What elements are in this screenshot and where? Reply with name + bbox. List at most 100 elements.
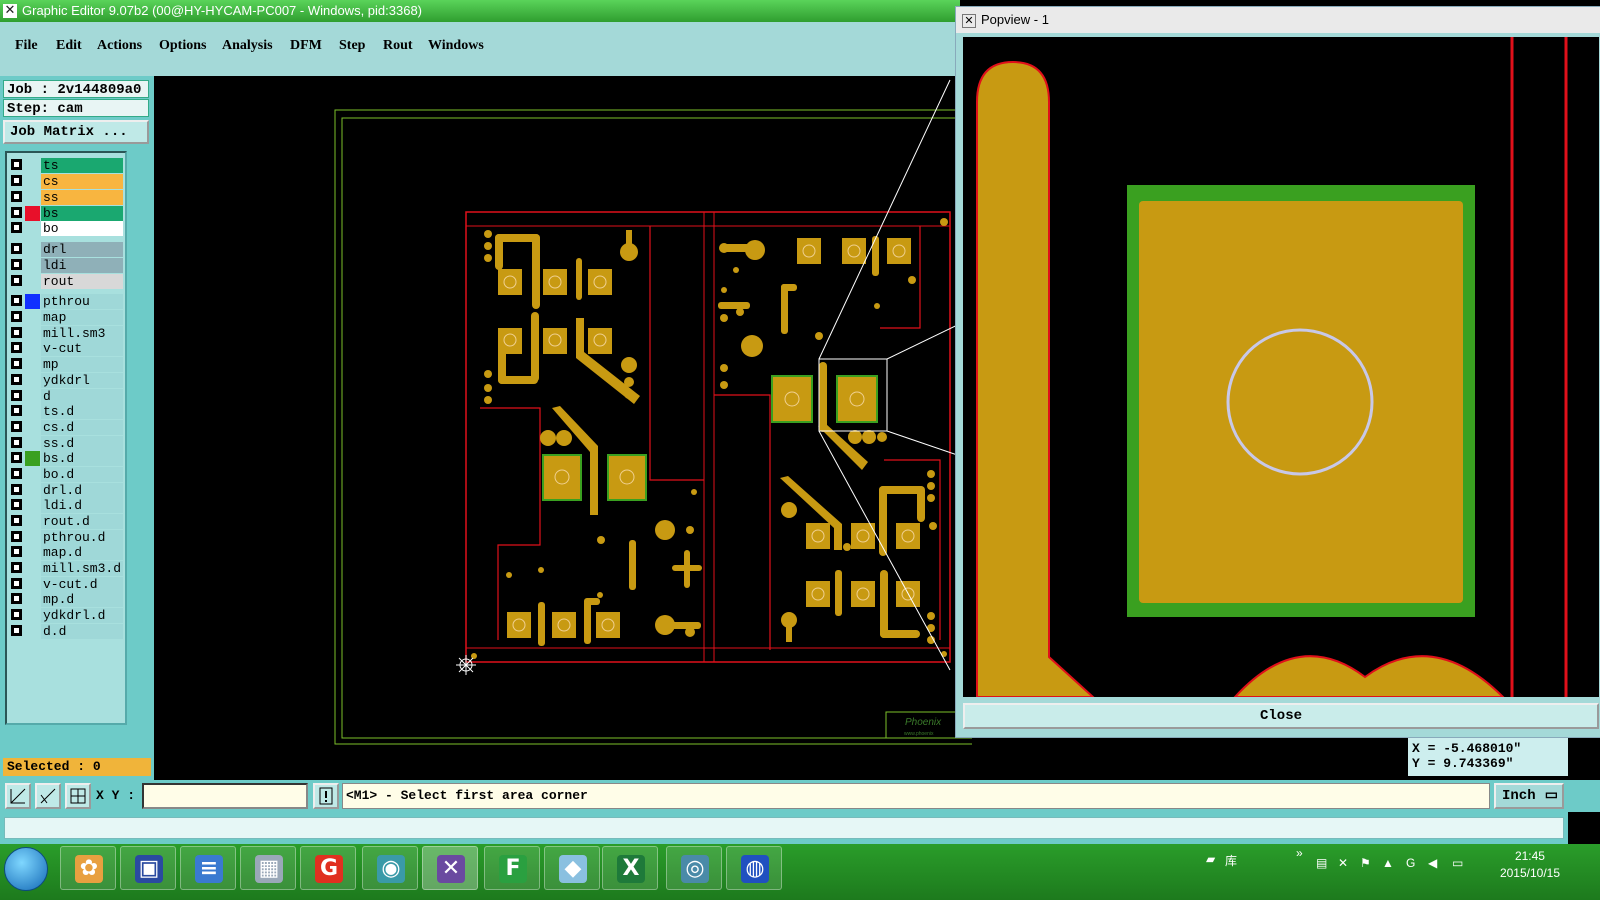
notepad-app-task[interactable]: ≡ [180, 846, 236, 890]
layer-checkbox[interactable] [11, 515, 22, 526]
x-app-task[interactable]: ✕ [422, 846, 478, 890]
menu-rout[interactable]: Rout [383, 38, 413, 54]
layer-row-map-d[interactable]: map.d [9, 545, 123, 560]
clock[interactable]: 21:45 2015/10/15 [1500, 848, 1560, 882]
info-button[interactable] [313, 783, 339, 809]
layer-row-ts-d[interactable]: ts.d [9, 404, 123, 419]
eye-app-task[interactable]: ◉ [362, 846, 418, 890]
layer-checkbox[interactable] [11, 175, 22, 186]
save-app-task[interactable]: ▣ [120, 846, 176, 890]
measure-tool-button[interactable] [35, 783, 61, 809]
genesis-tray-icon[interactable]: G [1406, 856, 1415, 870]
layer-checkbox[interactable] [11, 159, 22, 170]
network-icon[interactable]: ▤ [1316, 856, 1327, 870]
layer-row-rout[interactable]: rout [9, 274, 123, 289]
layer-row-ss-d[interactable]: ss.d [9, 436, 123, 451]
layer-row-mill-sm3[interactable]: mill.sm3 [9, 326, 123, 341]
layer-row-mp-d[interactable]: mp.d [9, 592, 123, 607]
layer-checkbox[interactable] [11, 374, 22, 385]
graphic-canvas[interactable]: Phoenix www.phoenix [154, 76, 1226, 780]
layer-checkbox[interactable] [11, 593, 22, 604]
layer-checkbox[interactable] [11, 484, 22, 495]
layer-row-ldi[interactable]: ldi [9, 258, 123, 273]
calc-app-task[interactable]: ▦ [240, 846, 296, 890]
layer-row-pthrou-d[interactable]: pthrou.d [9, 530, 123, 545]
layer-row-mill-sm3-d[interactable]: mill.sm3.d [9, 561, 123, 576]
snap-tool-button[interactable] [5, 783, 31, 809]
layer-checkbox[interactable] [11, 207, 22, 218]
layer-row-ydkdrl-d[interactable]: ydkdrl.d [9, 608, 123, 623]
layer-row-bs-d[interactable]: bs.d [9, 451, 123, 466]
menu-step[interactable]: Step [339, 38, 365, 54]
genesis-app-task[interactable]: G [300, 846, 356, 890]
layer-checkbox[interactable] [11, 275, 22, 286]
menu-windows[interactable]: Windows [428, 38, 484, 54]
layer-checkbox[interactable] [11, 578, 22, 589]
layer-checkbox[interactable] [11, 295, 22, 306]
layer-row-d[interactable]: d [9, 389, 123, 404]
layer-row-d-d[interactable]: d.d [9, 624, 123, 639]
shell-app-task[interactable]: ✿ [60, 846, 116, 890]
layer-row-drl[interactable]: drl [9, 242, 123, 257]
layer-row-rout-d[interactable]: rout.d [9, 514, 123, 529]
layer-checkbox[interactable] [11, 390, 22, 401]
popview-canvas[interactable] [963, 37, 1599, 698]
layer-row-v-cut-d[interactable]: v-cut.d [9, 577, 123, 592]
menu-dfm[interactable]: DFM [290, 38, 322, 54]
globe-app-task[interactable]: ◍ [726, 846, 782, 890]
tray-expand-icon[interactable]: » [1296, 846, 1303, 860]
layer-checkbox[interactable] [11, 609, 22, 620]
layer-row-drl-d[interactable]: drl.d [9, 483, 123, 498]
menu-edit[interactable]: Edit [56, 38, 82, 54]
popview-close-button[interactable]: Close [963, 703, 1599, 729]
layer-row-bs[interactable]: bs [9, 206, 123, 221]
antivirus-icon[interactable]: ▲ [1382, 856, 1394, 870]
layer-checkbox[interactable] [11, 358, 22, 369]
popview-title-bar[interactable]: ✕ Popview - 1 [956, 7, 1600, 33]
layer-row-bo[interactable]: bo [9, 221, 123, 236]
volume-icon[interactable]: ◀ [1428, 856, 1437, 870]
menu-file[interactable]: File [15, 38, 38, 54]
excel-app-task[interactable]: X [602, 846, 658, 890]
menu-analysis[interactable]: Analysis [222, 38, 273, 54]
x-tray-icon[interactable]: ✕ [1338, 856, 1348, 870]
layer-checkbox[interactable] [11, 562, 22, 573]
layer-checkbox[interactable] [11, 243, 22, 254]
folder-icon[interactable]: ▰ [1206, 852, 1215, 866]
layer-checkbox[interactable] [11, 222, 22, 233]
monitor-icon[interactable]: ▭ [1452, 856, 1463, 870]
layer-row-pthrou[interactable]: pthrou [9, 294, 123, 309]
layer-checkbox[interactable] [11, 468, 22, 479]
layer-checkbox[interactable] [11, 191, 22, 202]
layer-row-ldi-d[interactable]: ldi.d [9, 498, 123, 513]
layer-row-bo-d[interactable]: bo.d [9, 467, 123, 482]
layer-checkbox[interactable] [11, 625, 22, 636]
menu-actions[interactable]: Actions [97, 38, 142, 54]
unit-selector[interactable]: Inch ▭ [1494, 783, 1564, 809]
layer-row-cs[interactable]: cs [9, 174, 123, 189]
layer-row-ts[interactable]: ts [9, 158, 123, 173]
layer-row-mp[interactable]: mp [9, 357, 123, 372]
layer-checkbox[interactable] [11, 421, 22, 432]
layer-checkbox[interactable] [11, 311, 22, 322]
job-matrix-button[interactable]: Job Matrix ... [3, 120, 149, 144]
layer-row-v-cut[interactable]: v-cut [9, 341, 123, 356]
menu-options[interactable]: Options [159, 38, 206, 54]
layer-checkbox[interactable] [11, 546, 22, 557]
layer-checkbox[interactable] [11, 437, 22, 448]
docs-app-task[interactable]: ◆ [544, 846, 600, 890]
layer-row-ydkdrl[interactable]: ydkdrl [9, 373, 123, 388]
layer-checkbox[interactable] [11, 342, 22, 353]
library-label[interactable]: 库 [1225, 852, 1237, 869]
layer-checkbox[interactable] [11, 405, 22, 416]
eye2-app-task[interactable]: ◎ [666, 846, 722, 890]
layer-checkbox[interactable] [11, 259, 22, 270]
start-button[interactable] [4, 847, 48, 891]
layer-row-ss[interactable]: ss [9, 190, 123, 205]
layer-row-cs-d[interactable]: cs.d [9, 420, 123, 435]
flag-icon[interactable]: ⚑ [1360, 856, 1371, 870]
layer-checkbox[interactable] [11, 531, 22, 542]
xy-input[interactable] [142, 783, 308, 809]
layer-checkbox[interactable] [11, 452, 22, 463]
layer-row-map[interactable]: map [9, 310, 123, 325]
